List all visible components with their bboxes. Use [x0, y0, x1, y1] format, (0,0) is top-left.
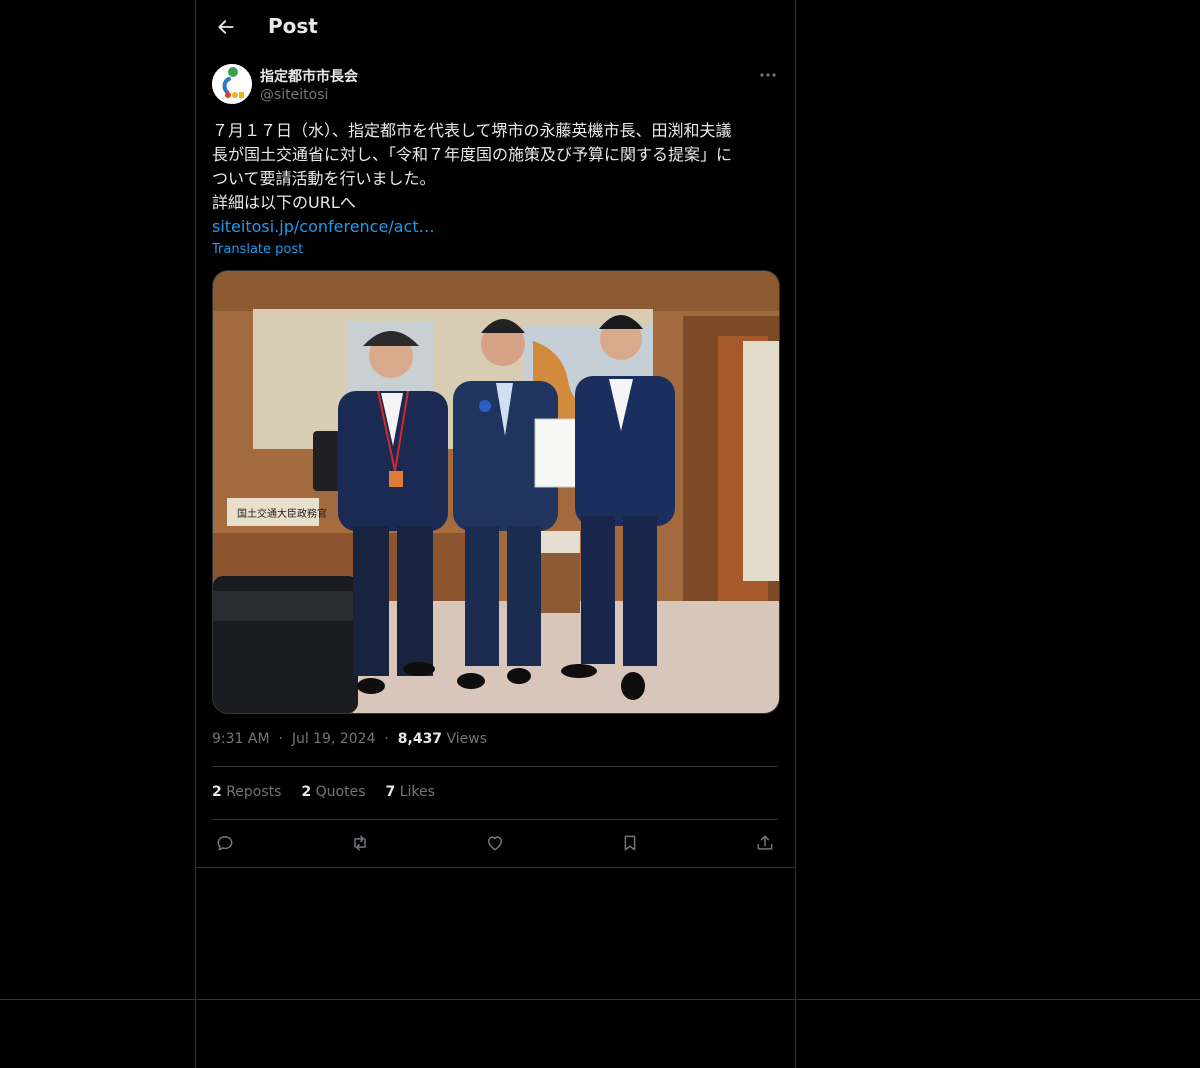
- post-text-line: ついて要請活動を行いました。: [212, 169, 436, 188]
- views-label: Views: [446, 731, 488, 747]
- action-bar: [212, 830, 778, 856]
- divider: [212, 766, 778, 767]
- avatar[interactable]: [212, 64, 252, 104]
- more-horizontal-icon: [760, 73, 776, 77]
- post-text-line: ７月１７日（水）、指定都市を代表して堺市の永藤英機市長、田渕和夫議: [212, 121, 732, 140]
- like-icon: [488, 836, 502, 851]
- likes-stat[interactable]: 7 Likes: [386, 784, 435, 800]
- engagement-stats: 2 Reposts 2 Quotes 7 Likes: [212, 784, 435, 800]
- post-text-line: 長が国土交通省に対し、「令和７年度国の施策及び予算に関する提案」に: [212, 145, 733, 164]
- like-button[interactable]: [482, 830, 508, 856]
- post-text-line: 詳細は以下のURLへ: [212, 193, 356, 212]
- meta-separator: ·: [274, 731, 288, 747]
- more-options-button[interactable]: [754, 64, 782, 86]
- translate-post-link[interactable]: Translate post: [212, 242, 303, 257]
- post-date[interactable]: Jul 19, 2024: [292, 731, 376, 747]
- footer-divider: [0, 999, 1200, 1000]
- share-icon: [757, 835, 773, 850]
- share-button[interactable]: [752, 830, 778, 856]
- reposts-stat[interactable]: 2 Reposts: [212, 784, 281, 800]
- post-photo[interactable]: 国土交通大臣政務官: [212, 270, 780, 714]
- photo-illustration: 国土交通大臣政務官: [213, 271, 779, 713]
- divider: [212, 819, 778, 820]
- meta-separator: ·: [379, 731, 394, 747]
- reply-icon: [217, 836, 233, 851]
- author-name[interactable]: 指定都市市長会: [260, 66, 358, 86]
- post-meta: 9:31 AM · Jul 19, 2024 · 8,437 Views: [212, 731, 487, 747]
- repost-icon: [354, 835, 366, 851]
- quotes-stat[interactable]: 2 Quotes: [301, 784, 365, 800]
- reply-button[interactable]: [212, 830, 238, 856]
- post-column: Post 指定都市市長会 @siteitosi ７月１７日（水）、指定都市を代表…: [195, 0, 796, 1068]
- post-text: ７月１７日（水）、指定都市を代表して堺市の永藤英機市長、田渕和夫議 長が国土交通…: [212, 119, 782, 239]
- bookmark-icon: [624, 835, 636, 851]
- author-handle[interactable]: @siteitosi: [260, 87, 328, 103]
- post-time[interactable]: 9:31 AM: [212, 731, 270, 747]
- views-count: 8,437: [397, 731, 443, 747]
- organization-logo-icon: [212, 64, 252, 104]
- header: Post: [196, 0, 795, 54]
- arrow-left-icon: [218, 20, 234, 34]
- post-link[interactable]: siteitosi.jp/conference/act…: [212, 217, 435, 236]
- repost-button[interactable]: [347, 830, 373, 856]
- back-button[interactable]: [212, 13, 240, 41]
- divider: [196, 867, 795, 868]
- page-title: Post: [268, 14, 318, 38]
- nameplate-text: 国土交通大臣政務官: [237, 507, 327, 520]
- bookmark-button[interactable]: [617, 830, 643, 856]
